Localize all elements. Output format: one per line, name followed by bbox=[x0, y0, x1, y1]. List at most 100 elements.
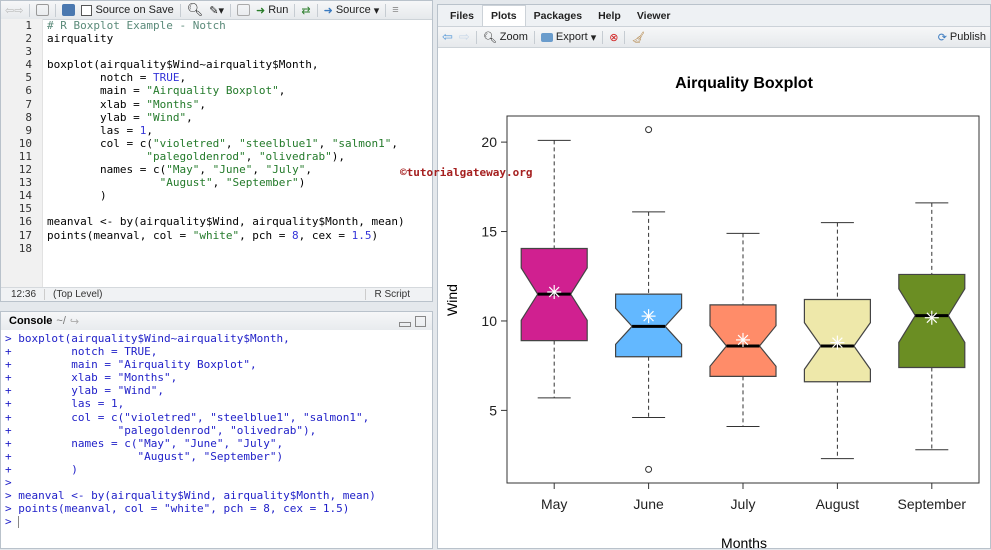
line-number: 10 bbox=[18, 136, 32, 150]
rerun-icon[interactable]: ⇄ bbox=[301, 4, 310, 17]
console-output[interactable]: > boxplot(airquality$Wind~airquality$Mon… bbox=[5, 332, 432, 548]
code-line: names = c("May", "June", "July", bbox=[47, 163, 432, 176]
code-token: "May" bbox=[166, 163, 200, 177]
x-tick-label: September bbox=[898, 496, 967, 512]
export-button[interactable]: Export ▾ bbox=[540, 31, 597, 44]
code-token: TRUE bbox=[152, 71, 180, 85]
code-line: boxplot(airquality$Wind~airquality$Month… bbox=[47, 58, 432, 71]
code-line: main = "Airquality Boxplot", bbox=[47, 84, 432, 97]
console-title: Console bbox=[9, 315, 53, 327]
console-prompt: > bbox=[5, 515, 19, 529]
line-numbers: 1 2 3 4 5 6 7 8 9 10 11 12 13 14 15 16 17 18 bbox=[1, 19, 43, 287]
line-number: 11 bbox=[18, 149, 32, 163]
y-tick-label: 20 bbox=[481, 134, 497, 150]
code-token: "September" bbox=[225, 176, 299, 190]
console-line: + notch = TRUE, bbox=[5, 345, 432, 358]
code-line: notch = TRUE, bbox=[47, 71, 432, 84]
console-line: > meanval <- by(airquality$Wind, airqual… bbox=[5, 489, 432, 502]
outline-icon[interactable]: ≡ bbox=[392, 4, 398, 16]
console-pane: Console ~/ ↪ > boxplot(airquality$Wind~a… bbox=[0, 311, 433, 549]
run-label: Run bbox=[268, 4, 289, 16]
previous-plot-icon[interactable]: ⇦ bbox=[442, 29, 453, 45]
code-token: , bbox=[199, 97, 206, 111]
code-token: "steelblue1" bbox=[239, 136, 319, 150]
publish-button[interactable]: ⟳ Publish bbox=[938, 31, 986, 44]
y-axis-label: Wind bbox=[444, 284, 460, 316]
back-forward-icon[interactable]: ⇦⇨ bbox=[5, 4, 23, 17]
console-prompt: + bbox=[5, 358, 19, 372]
x-tick-label: June bbox=[633, 496, 664, 512]
scope-selector[interactable]: (Top Level) bbox=[45, 289, 365, 300]
code-token: , pch = bbox=[239, 228, 293, 242]
console-line: + ) bbox=[5, 463, 432, 476]
show-in-window-icon[interactable] bbox=[36, 4, 50, 16]
console-text: ylab = "Wind", bbox=[18, 384, 164, 398]
line-number: 15 bbox=[18, 202, 32, 216]
zoom-button[interactable]: 🔍︎ Zoom bbox=[483, 31, 528, 44]
save-icon[interactable] bbox=[62, 4, 76, 16]
tab-help[interactable]: Help bbox=[590, 6, 629, 26]
source-on-save-checkbox[interactable]: Source on Save bbox=[81, 4, 174, 16]
source-button[interactable]: ➜ Source ▾ bbox=[324, 4, 380, 17]
code-token: airquality bbox=[47, 32, 114, 46]
maximize-icon[interactable] bbox=[415, 315, 426, 327]
x-tick-label: July bbox=[731, 496, 756, 512]
code-token: "Wind" bbox=[146, 110, 187, 124]
code-tools-icon[interactable]: ✎▾ bbox=[209, 4, 224, 17]
console-text: notch = TRUE, bbox=[18, 345, 158, 359]
filetype-selector[interactable]: R Script bbox=[365, 289, 432, 300]
code-line: ylab = "Wind", bbox=[47, 111, 432, 124]
tab-packages[interactable]: Packages bbox=[526, 6, 590, 26]
line-number: 6 bbox=[25, 84, 32, 98]
publish-label: Publish bbox=[949, 31, 986, 43]
code-editor[interactable]: # R Boxplot Example - Notch airquality box… bbox=[47, 19, 432, 287]
code-line: # R Boxplot Example - Notch bbox=[47, 19, 432, 32]
line-number: 14 bbox=[18, 189, 32, 203]
console-line: + main = "Airquality Boxplot", bbox=[5, 358, 432, 371]
console-line: > points(meanval, col = "white", pch = 8… bbox=[5, 502, 432, 515]
console-line: + ylab = "Wind", bbox=[5, 384, 432, 397]
go-to-directory-icon[interactable]: ↪ bbox=[70, 315, 79, 328]
tab-files[interactable]: Files bbox=[442, 6, 482, 26]
compile-report-icon[interactable] bbox=[236, 4, 250, 16]
code-token: ) bbox=[298, 176, 306, 190]
y-tick-label: 5 bbox=[489, 402, 497, 418]
tab-viewer[interactable]: Viewer bbox=[629, 6, 679, 26]
code-token: , bbox=[186, 110, 193, 124]
chevron-down-icon: ▾ bbox=[590, 31, 597, 44]
code-token: names = c( bbox=[47, 163, 167, 177]
x-tick-label: May bbox=[541, 496, 567, 512]
code-token: # R Boxplot Example - Notch bbox=[47, 19, 226, 32]
code-line: "August", "September") bbox=[47, 176, 432, 189]
console-line: + names = c("May", "June", "July", bbox=[5, 437, 432, 450]
run-button[interactable]: ➜ Run bbox=[256, 4, 288, 17]
tab-plots[interactable]: Plots bbox=[481, 5, 526, 26]
line-number: 9 bbox=[25, 123, 32, 137]
next-plot-icon[interactable]: ⇨ bbox=[459, 29, 470, 45]
remove-plot-icon[interactable]: ⊗ bbox=[609, 31, 618, 44]
code-line: ) bbox=[47, 189, 432, 202]
code-token: col = c( bbox=[47, 136, 153, 150]
x-tick-label: August bbox=[816, 496, 860, 512]
search-icon[interactable]: 🔍︎ bbox=[187, 2, 204, 18]
console-text: boxplot(airquality$Wind~airquality$Month… bbox=[18, 332, 290, 345]
minimize-icon[interactable] bbox=[399, 321, 411, 327]
console-text: las = 1, bbox=[18, 397, 125, 411]
console-prompt: > bbox=[5, 489, 19, 503]
y-tick-label: 15 bbox=[481, 224, 497, 240]
console-path: ~/ bbox=[56, 315, 66, 327]
console-text: "palegoldenrod", "olivedrab"), bbox=[18, 423, 317, 437]
clear-plots-broom-icon[interactable]: 🧹︎ bbox=[631, 31, 645, 44]
line-number: 13 bbox=[18, 176, 32, 190]
console-prompt: + bbox=[5, 384, 19, 398]
code-line: airquality bbox=[47, 32, 432, 45]
code-token: "July" bbox=[265, 163, 306, 177]
console-line: > boxplot(airquality$Wind~airquality$Mon… bbox=[5, 332, 432, 345]
export-label: Export bbox=[555, 31, 588, 43]
line-number: 8 bbox=[25, 110, 32, 124]
zoom-icon: 🔍︎ bbox=[482, 31, 497, 44]
boxplot-chart: Airquality Boxplot Months Wind 5 10 15 20 Ma… bbox=[444, 75, 980, 550]
text-cursor bbox=[18, 516, 20, 529]
